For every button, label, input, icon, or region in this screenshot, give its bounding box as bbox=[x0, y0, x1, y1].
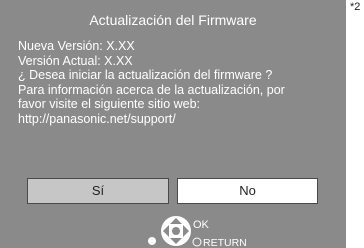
ok-label: OK bbox=[193, 219, 210, 231]
footnote-marker: *2 bbox=[350, 1, 361, 13]
question-line: ¿ Desea iniciar la actualización del fir… bbox=[18, 68, 273, 82]
yes-button[interactable]: Sí bbox=[27, 178, 169, 204]
dialog-title: Actualización del Firmware bbox=[89, 12, 257, 28]
return-label: RETURN bbox=[203, 237, 247, 248]
firmware-dialog: Actualización del Firmware Nueva Versión… bbox=[0, 0, 346, 248]
info-line-1: Para información acerca de la actualizac… bbox=[18, 82, 285, 97]
no-button[interactable]: No bbox=[177, 178, 318, 204]
dpad-icon bbox=[161, 216, 191, 246]
current-version-line: Versión Actual: X.XX bbox=[18, 53, 133, 68]
remote-nav-hint: OK RETURN bbox=[148, 216, 247, 248]
support-url: http://panasonic.net/support/ bbox=[18, 111, 176, 126]
dot-icon bbox=[148, 237, 156, 245]
return-circle-icon bbox=[192, 237, 202, 247]
info-line-2: favor visite el siguiente sitio web: bbox=[18, 97, 201, 111]
new-version-line: Nueva Versión: X.XX bbox=[18, 39, 135, 53]
dialog-message: Nueva Versión: X.XX Versión Actual: X.XX… bbox=[18, 39, 340, 126]
